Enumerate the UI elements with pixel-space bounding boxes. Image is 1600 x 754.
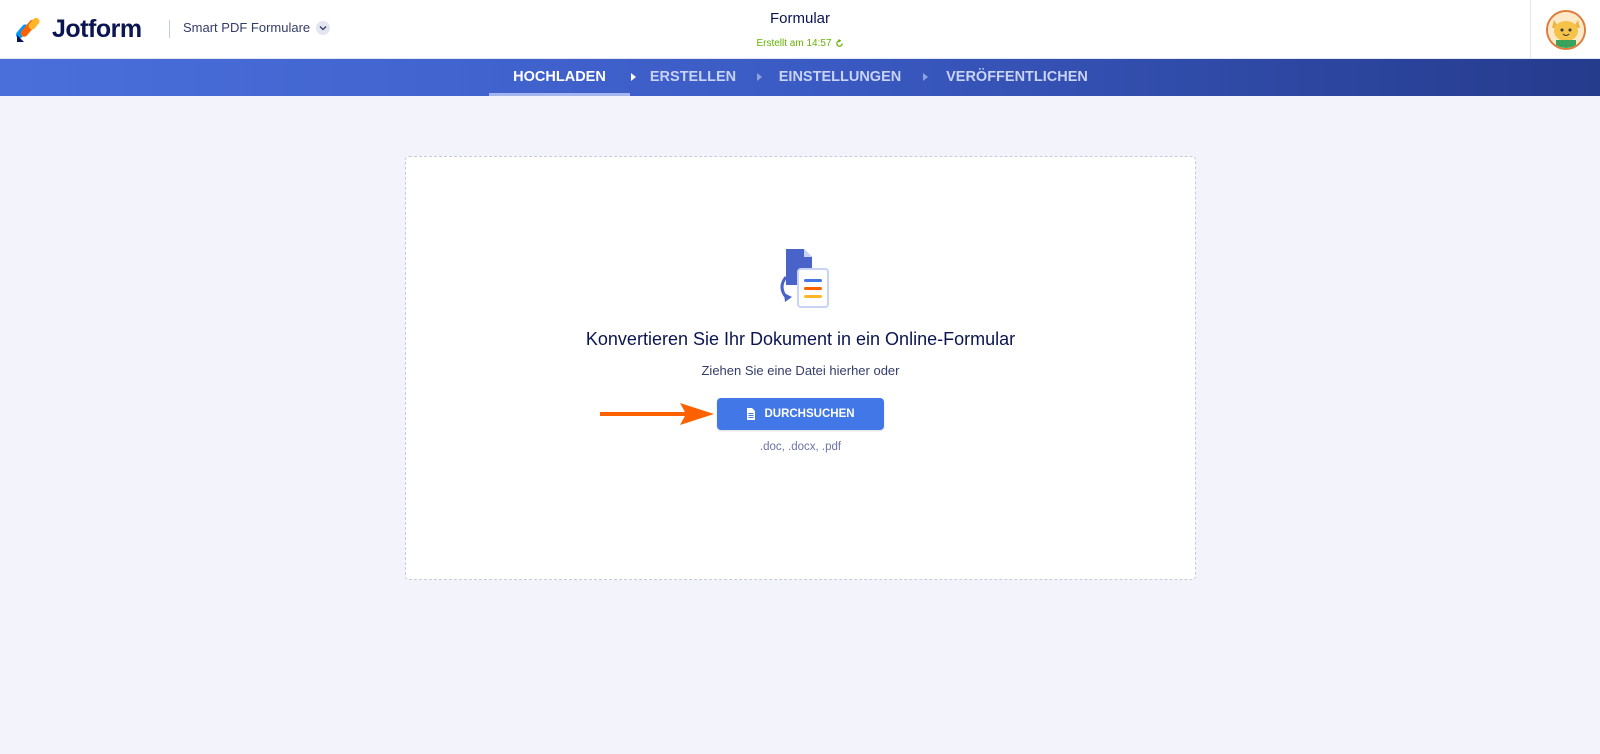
upload-title: Konvertieren Sie Ihr Dokument in ein Onl… bbox=[585, 329, 1016, 349]
product-switcher[interactable]: Smart PDF Formulare bbox=[183, 20, 331, 35]
tab-einstellungen[interactable]: EINSTELLUNGEN bbox=[776, 59, 904, 96]
tab-hochladen[interactable]: HOCHLADEN bbox=[489, 59, 630, 96]
form-status-text: Erstellt am 14:57 bbox=[756, 38, 832, 49]
form-title[interactable]: Formular bbox=[700, 10, 900, 27]
step-caret-icon bbox=[631, 73, 636, 81]
accepted-file-types: .doc, .docx, .pdf bbox=[759, 441, 842, 453]
arrow-right-icon bbox=[600, 403, 714, 425]
step-caret-icon bbox=[923, 73, 928, 81]
app-header: Jotform Smart PDF Formulare Formular Ers… bbox=[0, 0, 1600, 59]
avatar-container bbox=[1530, 0, 1600, 59]
browse-button-label: DURCHSUCHEN bbox=[764, 408, 855, 420]
document-convert-icon bbox=[780, 249, 829, 308]
product-label: Smart PDF Formulare bbox=[183, 20, 311, 35]
tab-erstellen[interactable]: ERSTELLEN bbox=[648, 59, 738, 96]
file-icon bbox=[747, 408, 756, 420]
logo-text: Jotform bbox=[52, 14, 142, 43]
chevron-down-icon bbox=[316, 20, 331, 35]
tab-veroeffentlichen[interactable]: VERÖFFENTLICHEN bbox=[942, 59, 1092, 96]
refresh-icon bbox=[835, 39, 843, 47]
upload-dropzone[interactable]: Konvertieren Sie Ihr Dokument in ein Onl… bbox=[405, 156, 1196, 580]
jotform-logo-icon bbox=[16, 17, 40, 42]
jotform-logo[interactable]: Jotform bbox=[16, 14, 142, 44]
header-divider bbox=[169, 20, 170, 38]
avatar-icon[interactable] bbox=[1545, 9, 1586, 50]
step-caret-icon bbox=[757, 73, 762, 81]
upload-subtitle: Ziehen Sie eine Datei hierher oder bbox=[701, 363, 900, 378]
form-status: Erstellt am 14:57 bbox=[700, 38, 900, 49]
wizard-navbar: HOCHLADEN ERSTELLEN EINSTELLUNGEN VERÖFF… bbox=[0, 59, 1600, 96]
browse-button[interactable]: DURCHSUCHEN bbox=[717, 398, 884, 430]
